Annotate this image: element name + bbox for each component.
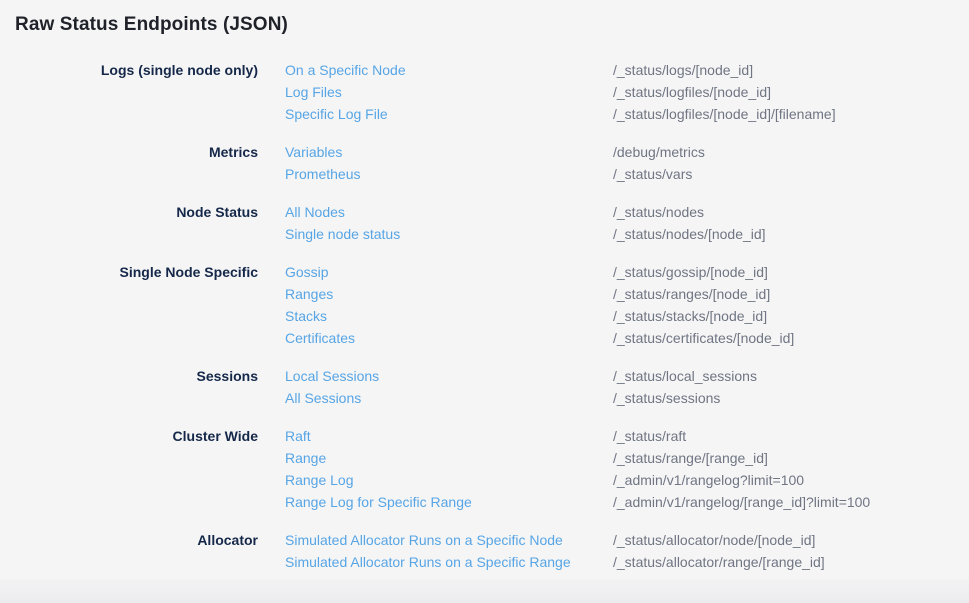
endpoint-link[interactable]: Simulated Allocator Runs on a Specific R… xyxy=(285,551,613,573)
endpoint-link[interactable]: Ranges xyxy=(285,283,613,305)
endpoint-link[interactable]: All Nodes xyxy=(285,201,613,223)
endpoint-link[interactable]: Raft xyxy=(285,425,613,447)
section-rows: On a Specific Node /_status/logs/[node_i… xyxy=(258,59,969,125)
endpoint-row: Variables /debug/metrics xyxy=(258,141,969,163)
endpoint-path: /_status/raft xyxy=(613,425,686,447)
endpoint-section: Node Status All Nodes /_status/nodes Sin… xyxy=(0,201,969,245)
endpoint-path: /_admin/v1/rangelog/[range_id]?limit=100 xyxy=(613,491,870,513)
endpoint-row: Simulated Allocator Runs on a Specific N… xyxy=(258,529,969,551)
section-rows: Variables /debug/metrics Prometheus /_st… xyxy=(258,141,969,185)
endpoint-path: /_status/nodes xyxy=(613,201,704,223)
endpoint-row: All Sessions /_status/sessions xyxy=(258,387,969,409)
endpoint-link[interactable]: Specific Log File xyxy=(285,103,613,125)
section-rows: All Nodes /_status/nodes Single node sta… xyxy=(258,201,969,245)
endpoint-path: /_status/certificates/[node_id] xyxy=(613,327,794,349)
endpoint-section: Logs (single node only) On a Specific No… xyxy=(0,59,969,125)
section-rows: Raft /_status/raft Range /_status/range/… xyxy=(258,425,969,513)
endpoint-section: Single Node Specific Gossip /_status/gos… xyxy=(0,261,969,349)
endpoint-link[interactable]: Local Sessions xyxy=(285,365,613,387)
endpoint-row: All Nodes /_status/nodes xyxy=(258,201,969,223)
endpoint-path: /_status/logs/[node_id] xyxy=(613,59,753,81)
section-label: Sessions xyxy=(0,365,258,387)
endpoint-path: /_status/local_sessions xyxy=(613,365,757,387)
endpoint-row: Range /_status/range/[range_id] xyxy=(258,447,969,469)
endpoint-row: Range Log for Specific Range /_admin/v1/… xyxy=(258,491,969,513)
endpoint-row: Raft /_status/raft xyxy=(258,425,969,447)
section-label: Allocator xyxy=(0,529,258,551)
endpoint-section: Allocator Simulated Allocator Runs on a … xyxy=(0,529,969,573)
endpoint-link[interactable]: On a Specific Node xyxy=(285,59,613,81)
endpoint-row: Specific Log File /_status/logfiles/[nod… xyxy=(258,103,969,125)
endpoint-path: /_status/logfiles/[node_id]/[filename] xyxy=(613,103,836,125)
endpoint-path: /_status/range/[range_id] xyxy=(613,447,768,469)
endpoint-row: Ranges /_status/ranges/[node_id] xyxy=(258,283,969,305)
endpoint-link[interactable]: Certificates xyxy=(285,327,613,349)
endpoint-path: /_status/gossip/[node_id] xyxy=(613,261,768,283)
section-label: Cluster Wide xyxy=(0,425,258,447)
page-title: Raw Status Endpoints (JSON) xyxy=(15,12,969,38)
endpoint-path: /debug/metrics xyxy=(613,141,705,163)
endpoint-link[interactable]: Range Log xyxy=(285,469,613,491)
endpoint-row: Range Log /_admin/v1/rangelog?limit=100 xyxy=(258,469,969,491)
endpoint-link[interactable]: Single node status xyxy=(285,223,613,245)
section-label: Metrics xyxy=(0,141,258,163)
endpoint-row: Local Sessions /_status/local_sessions xyxy=(258,365,969,387)
section-label: Node Status xyxy=(0,201,258,223)
section-label: Single Node Specific xyxy=(0,261,258,283)
endpoint-path: /_status/nodes/[node_id] xyxy=(613,223,766,245)
endpoint-path: /_status/sessions xyxy=(613,387,720,409)
endpoint-section: Metrics Variables /debug/metrics Prometh… xyxy=(0,141,969,185)
endpoint-link[interactable]: Range xyxy=(285,447,613,469)
section-rows: Gossip /_status/gossip/[node_id] Ranges … xyxy=(258,261,969,349)
endpoint-link[interactable]: Log Files xyxy=(285,81,613,103)
endpoint-path: /_status/allocator/range/[range_id] xyxy=(613,551,825,573)
endpoint-sections: Logs (single node only) On a Specific No… xyxy=(0,59,969,573)
endpoint-link[interactable]: Range Log for Specific Range xyxy=(285,491,613,513)
endpoint-path: /_admin/v1/rangelog?limit=100 xyxy=(613,469,804,491)
endpoint-row: Simulated Allocator Runs on a Specific R… xyxy=(258,551,969,573)
endpoint-section: Cluster Wide Raft /_status/raft Range /_… xyxy=(0,425,969,513)
endpoint-row: Single node status /_status/nodes/[node_… xyxy=(258,223,969,245)
endpoint-row: Certificates /_status/certificates/[node… xyxy=(258,327,969,349)
endpoint-path: /_status/allocator/node/[node_id] xyxy=(613,529,815,551)
endpoint-path: /_status/ranges/[node_id] xyxy=(613,283,770,305)
section-label: Logs (single node only) xyxy=(0,59,258,81)
endpoint-path: /_status/stacks/[node_id] xyxy=(613,305,767,327)
endpoint-section: Sessions Local Sessions /_status/local_s… xyxy=(0,365,969,409)
endpoint-row: Log Files /_status/logfiles/[node_id] xyxy=(258,81,969,103)
footer-strip xyxy=(0,579,969,603)
endpoint-path: /_status/logfiles/[node_id] xyxy=(613,81,771,103)
debug-endpoints-page: Raw Status Endpoints (JSON) Logs (single… xyxy=(0,0,969,603)
endpoint-row: Prometheus /_status/vars xyxy=(258,163,969,185)
endpoint-row: On a Specific Node /_status/logs/[node_i… xyxy=(258,59,969,81)
endpoint-link[interactable]: All Sessions xyxy=(285,387,613,409)
section-rows: Simulated Allocator Runs on a Specific N… xyxy=(258,529,969,573)
endpoint-link[interactable]: Simulated Allocator Runs on a Specific N… xyxy=(285,529,613,551)
endpoint-link[interactable]: Stacks xyxy=(285,305,613,327)
section-rows: Local Sessions /_status/local_sessions A… xyxy=(258,365,969,409)
endpoint-row: Gossip /_status/gossip/[node_id] xyxy=(258,261,969,283)
endpoint-link[interactable]: Prometheus xyxy=(285,163,613,185)
endpoint-link[interactable]: Gossip xyxy=(285,261,613,283)
endpoint-row: Stacks /_status/stacks/[node_id] xyxy=(258,305,969,327)
endpoint-link[interactable]: Variables xyxy=(285,141,613,163)
endpoint-path: /_status/vars xyxy=(613,163,692,185)
